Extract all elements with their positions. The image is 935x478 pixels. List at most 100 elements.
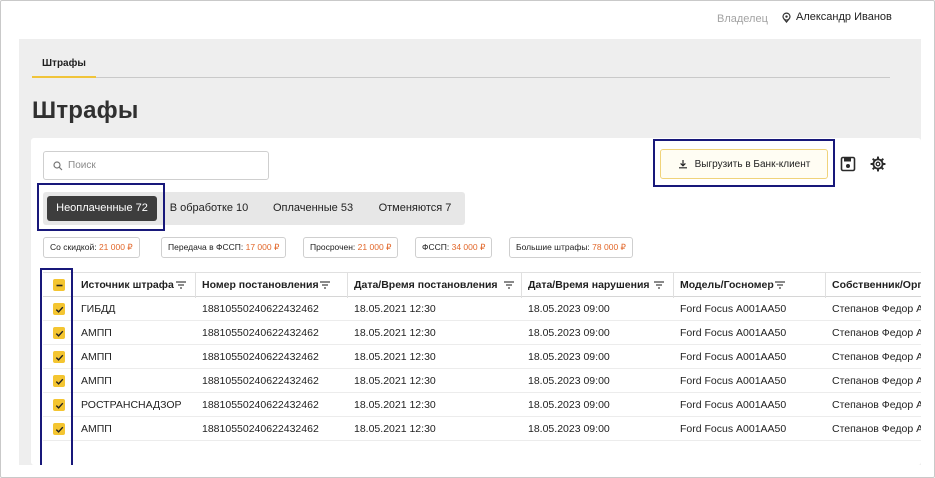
main-content: Штрафы Штрафы Выгруз [19,39,921,465]
cell-vehicle: Ford Focus А001АА50 [680,423,787,435]
chip-amount: 34 000 ₽ [451,242,486,252]
cell-number: 18810550240622432462 [202,351,319,363]
cell-source: АМПП [81,423,112,435]
filter-icon[interactable] [504,281,514,289]
cell-source: АМПП [81,375,112,387]
column-header-vehicle[interactable]: Модель/Госномер [674,273,826,298]
checkbox-indeterminate-icon [56,284,62,286]
table-row[interactable]: АМПП 18810550240622432462 18.05.2021 12:… [43,321,921,345]
cell-source: АМПП [81,351,112,363]
column-header-decree-date[interactable]: Дата/Время постановления [348,273,522,298]
cell-number: 18810550240622432462 [202,327,319,339]
column-title: Собственник/Орга [832,279,921,291]
checkmark-icon [55,426,63,433]
cell-owner: Степанов Федор А [832,423,921,435]
cell-decree-date: 18.05.2021 12:30 [354,423,436,435]
chip-amount: 78 000 ₽ [592,242,626,252]
row-checkbox[interactable] [53,327,65,339]
export-button-label: Выгрузить в Банк-клиент [694,158,811,170]
fines-panel: Выгрузить в Банк-клиент [31,138,921,465]
filter-icon[interactable] [654,281,664,289]
column-title: Номер постановления [202,279,319,291]
status-tabs: Неоплаченные 72 В обработке 10 Оплаченны… [43,192,465,225]
cell-violation-date: 18.05.2023 09:00 [528,303,610,315]
table-row[interactable]: АМПП 18810550240622432462 18.05.2021 12:… [43,345,921,369]
chip-discount[interactable]: Со скидкой: 21 000 ₽ [43,237,140,258]
tab-unpaid[interactable]: Неоплаченные 72 [47,196,157,221]
chip-label: Передача в ФССП: [168,242,244,252]
table-row[interactable]: АМПП 18810550240622432462 18.05.2021 12:… [43,417,921,441]
table-row[interactable]: ГИБДД 18810550240622432462 18.05.2021 12… [43,297,921,321]
table-row[interactable]: РОСТРАНСНАДЗОР 18810550240622432462 18.0… [43,393,921,417]
cell-source: АМПП [81,327,112,339]
chip-fssp[interactable]: ФССП: 34 000 ₽ [415,237,493,258]
tab-paid[interactable]: Оплаченные 53 [261,192,365,225]
row-checkbox[interactable] [53,423,65,435]
cell-source: ГИБДД [81,303,116,315]
column-header-owner[interactable]: Собственник/Орга [826,273,921,298]
column-header-number[interactable]: Номер постановления [196,273,348,298]
owner-role-link[interactable]: Владелец [717,13,768,25]
tab-in-processing[interactable]: В обработке 10 [157,192,261,225]
row-checkbox[interactable] [53,351,65,363]
chip-label: ФССП: [422,242,450,252]
user-name: Александр Иванов [796,11,892,23]
chip-overdue[interactable]: Просрочен: 21 000 ₽ [303,237,399,258]
column-title: Источник штрафа [81,279,174,291]
chip-label: Просрочен: [310,242,356,252]
tab-cancelling[interactable]: Отменяются 7 [365,192,465,225]
checkmark-icon [55,330,63,337]
search-box[interactable] [43,151,269,180]
cell-number: 18810550240622432462 [202,399,319,411]
column-header-source[interactable]: Источник штрафа [75,273,196,298]
page-title: Штрафы [32,97,139,124]
save-icon [840,156,856,172]
table-header: Источник штрафа Номер постановления Дата… [43,272,921,298]
cell-number: 18810550240622432462 [202,303,319,315]
filter-icon[interactable] [320,281,330,289]
filter-icon[interactable] [176,281,186,289]
export-bank-client-button[interactable]: Выгрузить в Банк-клиент [660,149,828,179]
cell-number: 18810550240622432462 [202,375,319,387]
cell-violation-date: 18.05.2023 09:00 [528,375,610,387]
page-tabs: Штрафы [32,57,890,78]
cell-violation-date: 18.05.2023 09:00 [528,351,610,363]
gear-icon [870,156,886,172]
checkmark-icon [55,402,63,409]
cell-owner: Степанов Федор А [832,327,921,339]
chip-label: Со скидкой: [50,242,97,252]
row-checkbox[interactable] [53,399,65,411]
chip-amount: 21 000 ₽ [98,242,133,252]
user-menu[interactable]: Александр Иванов [781,11,892,23]
cell-decree-date: 18.05.2021 12:30 [354,351,436,363]
cell-decree-date: 18.05.2021 12:30 [354,303,436,315]
column-title: Модель/Госномер [680,279,774,291]
cell-source: РОСТРАНСНАДЗОР [81,399,182,411]
column-header-violation-date[interactable]: Дата/Время нарушения [522,273,674,298]
cell-decree-date: 18.05.2021 12:30 [354,375,436,387]
cell-decree-date: 18.05.2021 12:30 [354,399,436,411]
chip-fssp-transfer[interactable]: Передача в ФССП: 17 000 ₽ [161,237,287,258]
cell-vehicle: Ford Focus А001АА50 [680,327,787,339]
filter-icon[interactable] [775,281,785,289]
table-row[interactable]: АМПП 18810550240622432462 18.05.2021 12:… [43,369,921,393]
chip-amount: 17 000 ₽ [245,242,280,252]
save-button[interactable] [839,155,857,173]
cell-owner: Степанов Федор А [832,399,921,411]
checkmark-icon [55,378,63,385]
chip-amount: 21 000 ₽ [357,242,392,252]
cell-owner: Степанов Федор А [832,375,921,387]
row-checkbox[interactable] [53,303,65,315]
search-input[interactable] [68,160,258,171]
checkmark-icon [55,354,63,361]
select-all-checkbox[interactable] [53,279,65,291]
top-bar: Владелец Александр Иванов [1,1,935,39]
chip-large-fines[interactable]: Большие штрафы: 78 000 ₽ [509,237,633,258]
settings-button[interactable] [869,155,887,173]
row-checkbox[interactable] [53,375,65,387]
tab-fines[interactable]: Штрафы [32,57,96,78]
cell-vehicle: Ford Focus А001АА50 [680,303,787,315]
cell-number: 18810550240622432462 [202,423,319,435]
cell-violation-date: 18.05.2023 09:00 [528,423,610,435]
search-icon [53,160,63,170]
